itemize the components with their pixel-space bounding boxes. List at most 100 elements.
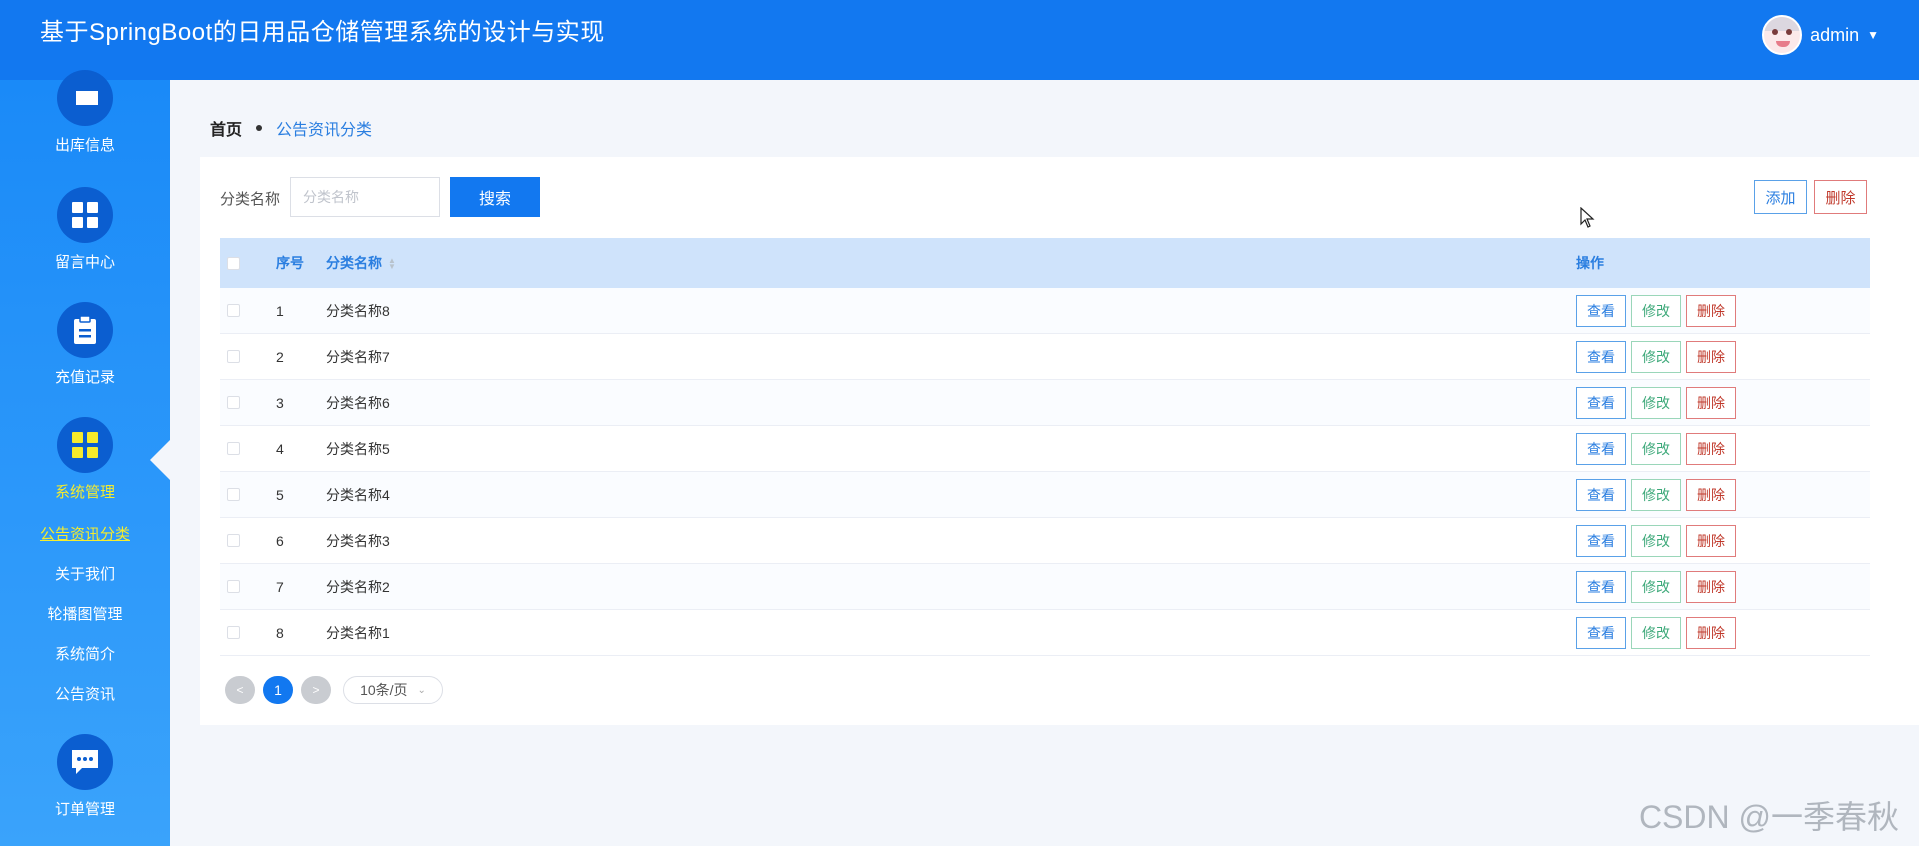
edit-button[interactable]: 修改: [1631, 294, 1681, 327]
row-name: 分类名称7: [326, 348, 390, 365]
row-checkbox[interactable]: [227, 442, 240, 455]
active-indicator: [150, 440, 170, 480]
clipboard-icon: [57, 302, 113, 358]
row-checkbox[interactable]: [227, 350, 240, 363]
row-actions: 查看 修改 删除: [1576, 432, 1736, 465]
grid-icon: [57, 417, 113, 473]
app-title: 基于SpringBoot的日用品仓储管理系统的设计与实现: [40, 19, 605, 46]
table-row: 2 分类名称7 查看 修改 删除: [220, 334, 1870, 380]
delete-button[interactable]: 删除: [1686, 570, 1736, 603]
view-button[interactable]: 查看: [1576, 432, 1626, 465]
view-button[interactable]: 查看: [1576, 294, 1626, 327]
sidebar-item-label: 充值记录: [54, 369, 115, 386]
row-name: 分类名称1: [326, 624, 390, 641]
column-header-ops: 操作: [1576, 255, 1604, 271]
row-actions: 查看 修改 删除: [1576, 524, 1736, 557]
row-actions: 查看 修改 删除: [1576, 478, 1736, 511]
view-button[interactable]: 查看: [1576, 570, 1626, 603]
table-row: 4 分类名称5 查看 修改 删除: [220, 426, 1870, 472]
page-size-select[interactable]: 10条/页 ⌄: [343, 676, 443, 704]
edit-button[interactable]: 修改: [1631, 616, 1681, 649]
row-checkbox[interactable]: [227, 626, 240, 639]
delete-button[interactable]: 删除: [1686, 294, 1736, 327]
row-index: 2: [276, 348, 284, 365]
sidebar-item-orders[interactable]: 订单管理: [0, 734, 170, 819]
prev-page-button[interactable]: <: [225, 676, 255, 704]
delete-button[interactable]: 删除: [1686, 386, 1736, 419]
batch-delete-button[interactable]: 删除: [1814, 180, 1867, 214]
pagination: < 1 > 10条/页 ⌄: [225, 676, 443, 704]
delete-button[interactable]: 删除: [1686, 432, 1736, 465]
row-actions: 查看 修改 删除: [1576, 294, 1736, 327]
column-header-name[interactable]: 分类名称 ▲ ▼: [326, 253, 396, 273]
row-name: 分类名称6: [326, 394, 390, 411]
sidebar: 出库信息 留言中心 充值记录 系统管理 公告资讯分类 关于我们 轮播图管理 系统…: [0, 70, 170, 846]
view-button[interactable]: 查看: [1576, 478, 1626, 511]
add-button[interactable]: 添加: [1754, 180, 1807, 214]
sidebar-subitem-carousel[interactable]: 轮播图管理: [0, 603, 170, 624]
delete-button[interactable]: 删除: [1686, 616, 1736, 649]
mouse-cursor-icon: [1580, 207, 1595, 228]
breadcrumb-home[interactable]: 首页: [210, 116, 242, 140]
chat-icon: [57, 734, 113, 790]
select-all-checkbox[interactable]: [227, 256, 240, 270]
sidebar-subitem-notice-category[interactable]: 公告资讯分类: [0, 523, 170, 544]
sort-icon[interactable]: ▲ ▼: [388, 257, 396, 271]
row-actions: 查看 修改 删除: [1576, 340, 1736, 373]
row-index: 7: [276, 578, 284, 595]
next-page-button[interactable]: >: [301, 676, 331, 704]
row-index: 5: [276, 486, 284, 503]
row-checkbox[interactable]: [227, 304, 240, 317]
search-label: 分类名称: [220, 191, 281, 208]
chevron-down-icon[interactable]: ▼: [1867, 28, 1879, 42]
row-name: 分类名称8: [326, 302, 390, 319]
delete-button[interactable]: 删除: [1686, 340, 1736, 373]
edit-button[interactable]: 修改: [1631, 340, 1681, 373]
row-checkbox[interactable]: [227, 534, 240, 547]
search-button[interactable]: 搜索: [450, 177, 540, 217]
sidebar-item-recharge[interactable]: 充值记录: [0, 302, 170, 387]
row-checkbox[interactable]: [227, 396, 240, 409]
column-header-index: 序号: [276, 255, 304, 271]
delete-button[interactable]: 删除: [1686, 478, 1736, 511]
view-button[interactable]: 查看: [1576, 386, 1626, 419]
chevron-down-icon: ⌄: [417, 684, 426, 696]
edit-button[interactable]: 修改: [1631, 524, 1681, 557]
table-row: 5 分类名称4 查看 修改 删除: [220, 472, 1870, 518]
view-button[interactable]: 查看: [1576, 524, 1626, 557]
table-row: 7 分类名称2 查看 修改 删除: [220, 564, 1870, 610]
username[interactable]: admin: [1810, 25, 1859, 46]
table-row: 1 分类名称8 查看 修改 删除: [220, 288, 1870, 334]
user-menu[interactable]: admin ▼: [1762, 15, 1879, 55]
row-name: 分类名称5: [326, 440, 390, 457]
delete-button[interactable]: 删除: [1686, 524, 1736, 557]
edit-button[interactable]: 修改: [1631, 432, 1681, 465]
edit-button[interactable]: 修改: [1631, 570, 1681, 603]
sidebar-item-label: 留言中心: [54, 254, 115, 271]
avatar[interactable]: [1762, 15, 1803, 55]
table-header: 序号 分类名称 ▲ ▼ 操作: [220, 238, 1870, 288]
view-button[interactable]: 查看: [1576, 340, 1626, 373]
edit-button[interactable]: 修改: [1631, 386, 1681, 419]
sidebar-subitem-notices[interactable]: 公告资讯: [0, 683, 170, 704]
row-index: 1: [276, 302, 284, 319]
row-name: 分类名称2: [326, 578, 390, 595]
table-row: 8 分类名称1 查看 修改 删除: [220, 610, 1870, 656]
row-actions: 查看 修改 删除: [1576, 616, 1736, 649]
sidebar-item-messages[interactable]: 留言中心: [0, 187, 170, 272]
page-1-button[interactable]: 1: [263, 676, 293, 704]
column-header-name-label: 分类名称: [326, 255, 382, 271]
sidebar-subitem-about[interactable]: 关于我们: [0, 563, 170, 584]
sidebar-item-label: 系统管理: [54, 484, 115, 501]
sidebar-item-outbound[interactable]: 出库信息: [0, 70, 170, 155]
row-checkbox[interactable]: [227, 580, 240, 593]
breadcrumb: 首页 公告资讯分类: [210, 116, 372, 140]
edit-button[interactable]: 修改: [1631, 478, 1681, 511]
view-button[interactable]: 查看: [1576, 616, 1626, 649]
table-row: 6 分类名称3 查看 修改 删除: [220, 518, 1870, 564]
document-icon: [57, 70, 113, 126]
search-input[interactable]: [290, 177, 440, 217]
row-checkbox[interactable]: [227, 488, 240, 501]
sidebar-subitem-intro[interactable]: 系统简介: [0, 643, 170, 664]
sidebar-item-system[interactable]: 系统管理: [0, 417, 170, 502]
